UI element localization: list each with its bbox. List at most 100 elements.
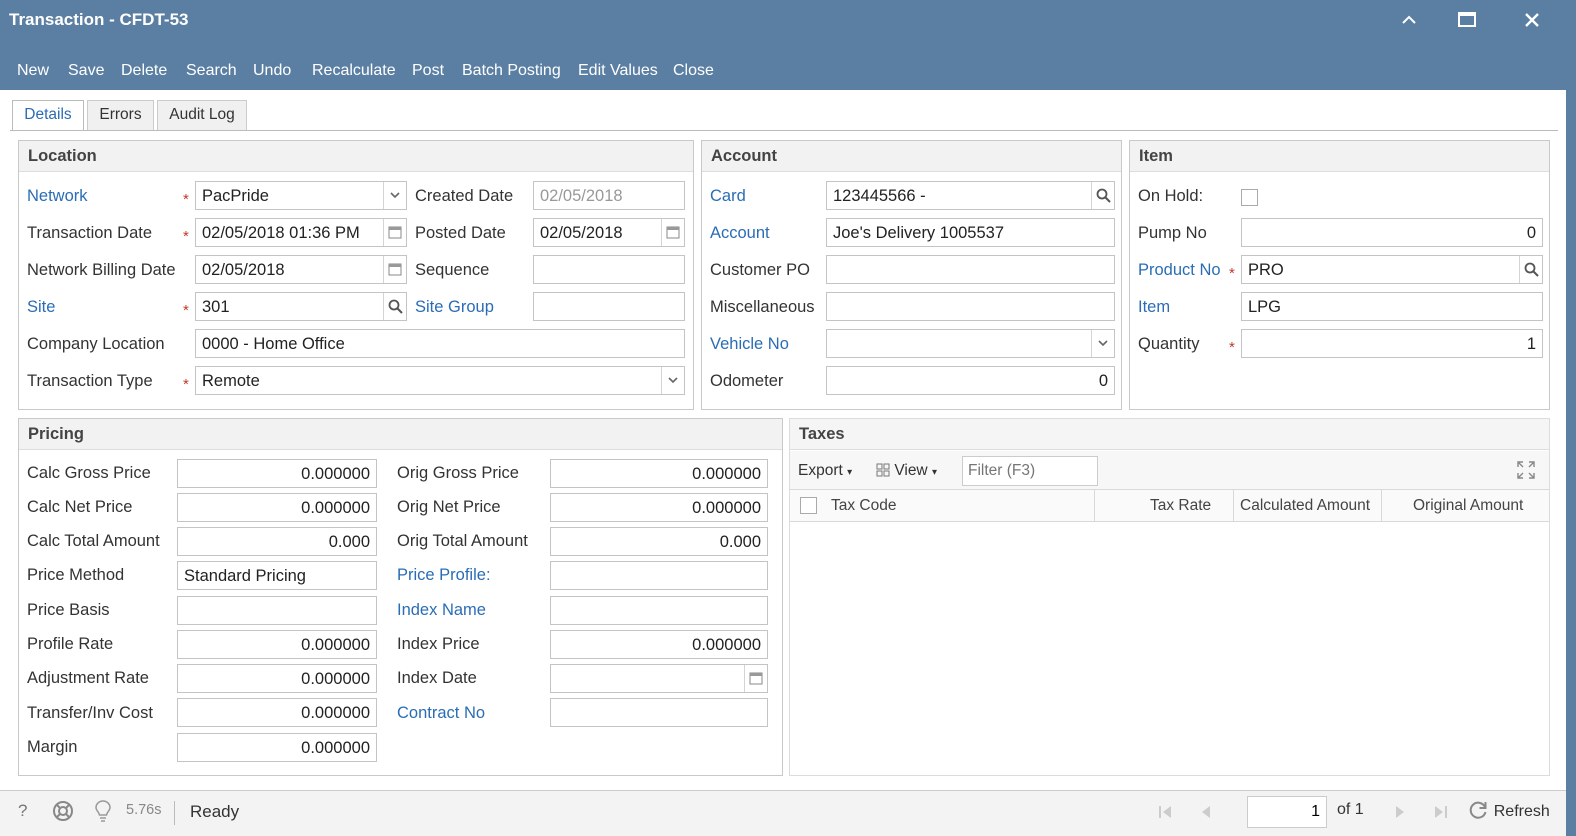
network-label[interactable]: Network [27, 187, 88, 206]
vehicle-no-combo[interactable] [826, 329, 1115, 358]
orig-gross-price-field[interactable]: 0.000000 [550, 459, 768, 488]
on-hold-label: On Hold: [1138, 187, 1204, 205]
transaction-type-label: Transaction Type [27, 372, 153, 390]
network-combo[interactable]: PacPride [195, 181, 407, 210]
page-number-input[interactable] [1247, 796, 1327, 828]
select-all-checkbox[interactable] [800, 497, 817, 514]
odometer-field[interactable]: 0 [826, 366, 1115, 395]
posted-date-picker[interactable] [661, 219, 684, 246]
quantity-field[interactable]: 1 [1241, 329, 1543, 358]
index-date-field[interactable] [550, 664, 768, 693]
posted-date-label: Posted Date [415, 224, 506, 242]
expand-button[interactable] [1516, 460, 1538, 482]
product-no-search-trigger[interactable] [1519, 256, 1542, 283]
contract-no-field[interactable] [550, 698, 768, 727]
site-label[interactable]: Site [27, 298, 55, 317]
post-button[interactable]: Post [412, 62, 444, 80]
transaction-date-field[interactable]: 02/05/2018 01:36 PM [195, 218, 407, 247]
pump-no-field[interactable]: 0 [1241, 218, 1543, 247]
transaction-type-dropdown-trigger[interactable] [661, 367, 684, 394]
network-billing-date-field[interactable]: 02/05/2018 [195, 255, 407, 284]
edit-values-button[interactable]: Edit Values [578, 62, 658, 80]
transaction-date-picker[interactable] [383, 219, 406, 246]
timing-text: 5.76s [126, 802, 162, 818]
posted-date-field[interactable]: 02/05/2018 [533, 218, 685, 247]
search-button[interactable]: Search [186, 62, 237, 80]
search-icon [1524, 262, 1539, 277]
tab-errors[interactable]: Errors [87, 100, 154, 130]
account-label[interactable]: Account [710, 224, 770, 243]
calc-net-price-field[interactable]: 0.000000 [177, 493, 377, 522]
calc-total-amount-label: Calc Total Amount [27, 532, 160, 550]
miscellaneous-field[interactable] [826, 292, 1115, 321]
on-hold-checkbox[interactable] [1241, 189, 1258, 206]
price-basis-field[interactable] [177, 596, 377, 625]
sequence-field[interactable] [533, 255, 685, 284]
card-field[interactable]: 123445566 - [826, 181, 1115, 210]
column-tax-code[interactable]: Tax Code [831, 497, 896, 515]
customer-po-field[interactable] [826, 255, 1115, 284]
product-no-label[interactable]: Product No [1138, 261, 1221, 280]
product-no-field[interactable]: PRO [1241, 255, 1543, 284]
maximize-icon [1458, 12, 1476, 27]
column-calculated-amount[interactable]: Calculated Amount [1240, 497, 1370, 515]
item-label[interactable]: Item [1138, 298, 1170, 317]
index-price-field[interactable]: 0.000000 [550, 630, 768, 659]
price-profile-field[interactable] [550, 561, 768, 590]
prev-page-button[interactable] [1196, 802, 1216, 822]
network-dropdown-trigger[interactable] [383, 182, 406, 209]
index-name-label[interactable]: Index Name [397, 601, 486, 620]
transaction-type-combo[interactable]: Remote [195, 366, 685, 395]
lightbulb-icon[interactable] [94, 799, 112, 828]
orig-total-amount-field[interactable]: 0.000 [550, 527, 768, 556]
recalculate-button[interactable]: Recalculate [312, 62, 396, 80]
undo-button[interactable]: Undo [253, 62, 291, 80]
new-button[interactable]: New [17, 62, 49, 80]
adjustment-rate-field[interactable]: 0.000000 [177, 664, 377, 693]
support-icon[interactable] [52, 800, 74, 827]
help-icon[interactable]: ? [18, 801, 27, 821]
price-method-field[interactable]: Standard Pricing [177, 561, 377, 590]
maximize-button[interactable] [1450, 6, 1484, 34]
site-search-trigger[interactable] [383, 293, 406, 320]
index-date-picker[interactable] [744, 665, 767, 692]
site-field[interactable]: 301 [195, 292, 407, 321]
column-tax-rate[interactable]: Tax Rate [1150, 497, 1211, 515]
contract-no-label[interactable]: Contract No [397, 704, 485, 723]
calc-total-amount-field[interactable]: 0.000 [177, 527, 377, 556]
restore-button[interactable] [1392, 6, 1426, 34]
orig-net-price-field[interactable]: 0.000000 [550, 493, 768, 522]
calc-gross-price-field[interactable]: 0.000000 [177, 459, 377, 488]
export-button[interactable]: Export ▾ [798, 462, 852, 480]
tab-details[interactable]: Details [12, 100, 84, 131]
profile-rate-field[interactable]: 0.000000 [177, 630, 377, 659]
last-page-button[interactable] [1430, 802, 1450, 822]
batch-posting-button[interactable]: Batch Posting [462, 62, 561, 80]
vehicle-no-dropdown-trigger[interactable] [1091, 330, 1114, 357]
tab-audit-log[interactable]: Audit Log [157, 100, 247, 130]
close-button[interactable]: Close [673, 62, 714, 80]
next-page-button[interactable] [1390, 802, 1410, 822]
network-billing-date-picker[interactable] [383, 256, 406, 283]
price-profile-label[interactable]: Price Profile: [397, 566, 491, 585]
save-button[interactable]: Save [68, 62, 104, 80]
vehicle-no-label[interactable]: Vehicle No [710, 335, 789, 354]
account-field[interactable]: Joe's Delivery 1005537 [826, 218, 1115, 247]
transfer-inv-cost-field[interactable]: 0.000000 [177, 698, 377, 727]
index-name-field[interactable] [550, 596, 768, 625]
taxes-panel: Taxes Export ▾ View ▾ Tax Code Tax Rate … [789, 418, 1550, 776]
card-label[interactable]: Card [710, 187, 746, 206]
refresh-button[interactable]: Refresh [1467, 799, 1550, 821]
column-original-amount[interactable]: Original Amount [1413, 497, 1523, 515]
close-window-button[interactable] [1515, 6, 1549, 34]
site-group-field[interactable] [533, 292, 685, 321]
filter-input[interactable] [962, 456, 1098, 486]
site-group-label[interactable]: Site Group [415, 298, 494, 317]
first-page-button[interactable] [1156, 802, 1176, 822]
margin-field[interactable]: 0.000000 [177, 733, 377, 762]
card-search-trigger[interactable] [1091, 182, 1114, 209]
delete-button[interactable]: Delete [121, 62, 167, 80]
item-field[interactable]: LPG [1241, 292, 1543, 321]
company-location-field[interactable]: 0000 - Home Office [195, 329, 685, 358]
view-button[interactable]: View ▾ [876, 462, 937, 480]
